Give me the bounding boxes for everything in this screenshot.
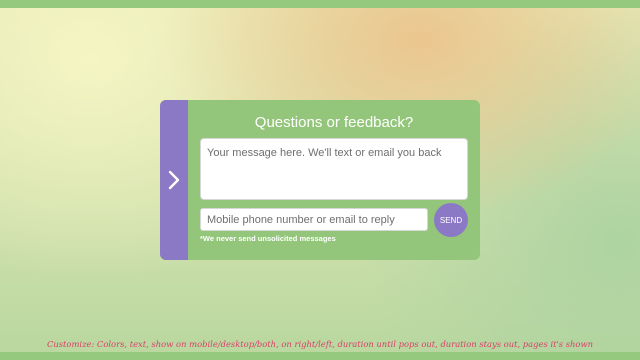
message-textarea[interactable] [200,138,468,200]
disclaimer-text: *We never send unsolicited messages [200,234,336,243]
contact-input[interactable] [200,208,428,231]
chevron-right-icon [168,170,180,190]
send-button[interactable]: SEND [434,203,468,237]
top-accent-bar [0,0,640,8]
feedback-widget: Questions or feedback? SEND *We never se… [160,100,480,260]
customize-caption: Customize: Colors, text, show on mobile/… [46,339,594,349]
widget-title: Questions or feedback? [254,114,414,131]
widget-toggle-tab[interactable] [160,100,188,260]
bottom-accent-bar [0,352,640,360]
